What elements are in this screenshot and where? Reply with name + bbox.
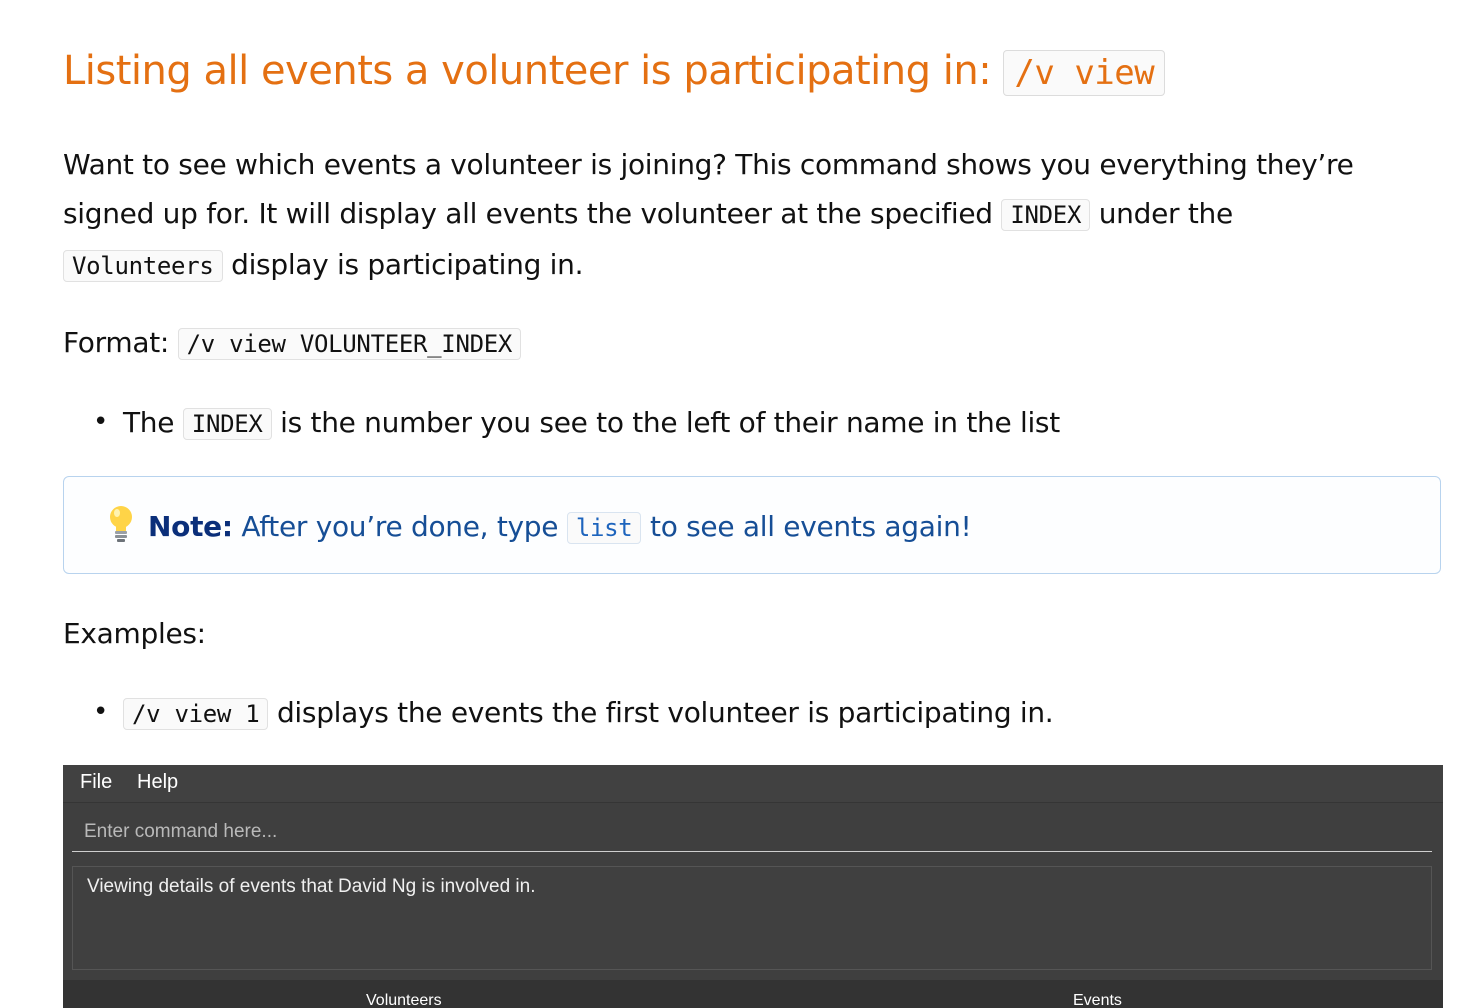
list-item: /v view 1 displays the events the first …	[63, 688, 1054, 739]
note-label: Note:	[148, 510, 233, 543]
page-title-code: /v view	[1003, 50, 1166, 96]
intro-paragraph: Want to see which events a volunteer is …	[63, 140, 1443, 291]
format-notes-list: The INDEX is the number you see to the l…	[63, 398, 1060, 449]
tab-events: Events	[1073, 992, 1122, 1008]
tab-volunteers: Volunteers	[366, 992, 442, 1008]
example-text: displays the events the first volunteer …	[276, 696, 1054, 729]
lightbulb-icon	[106, 504, 136, 544]
example-code: /v view 1	[123, 698, 269, 730]
examples-heading: Examples:	[63, 617, 206, 650]
format-label: Format:	[63, 326, 170, 359]
intro-text-3: display is participating in.	[231, 248, 584, 281]
panel-headers: Volunteers Events	[63, 980, 1443, 1008]
note-text-pre: After you’re done, type	[241, 510, 559, 543]
note-callout: Note: After you’re done, type list to se…	[63, 476, 1441, 574]
bullet-code: INDEX	[182, 408, 272, 440]
format-line: Format: /v view VOLUNTEER_INDEX	[63, 318, 522, 369]
bullet-text-post: is the number you see to the left of the…	[280, 406, 1060, 439]
command-input[interactable]	[72, 813, 1432, 851]
page-title-text: Listing all events a volunteer is partic…	[63, 48, 992, 94]
note-text-post: to see all events again!	[650, 510, 972, 543]
intro-text-2: under the	[1098, 197, 1233, 230]
app-screenshot: File Help Viewing details of events that…	[63, 765, 1443, 1008]
list-item: The INDEX is the number you see to the l…	[63, 398, 1060, 449]
note-code: list	[566, 512, 642, 544]
bullet-text-pre: The	[123, 406, 175, 439]
intro-code-index: INDEX	[1001, 199, 1091, 231]
format-code: /v view VOLUNTEER_INDEX	[177, 328, 522, 360]
menu-help[interactable]: Help	[137, 771, 178, 794]
examples-list: /v view 1 displays the events the first …	[63, 688, 1054, 739]
menu-file[interactable]: File	[80, 771, 112, 794]
page-title: Listing all events a volunteer is partic…	[63, 48, 1166, 96]
command-box	[72, 813, 1432, 852]
intro-code-volunteers: Volunteers	[63, 250, 223, 282]
menu-bar: File Help	[63, 765, 1443, 803]
result-display: Viewing details of events that David Ng …	[72, 866, 1432, 970]
